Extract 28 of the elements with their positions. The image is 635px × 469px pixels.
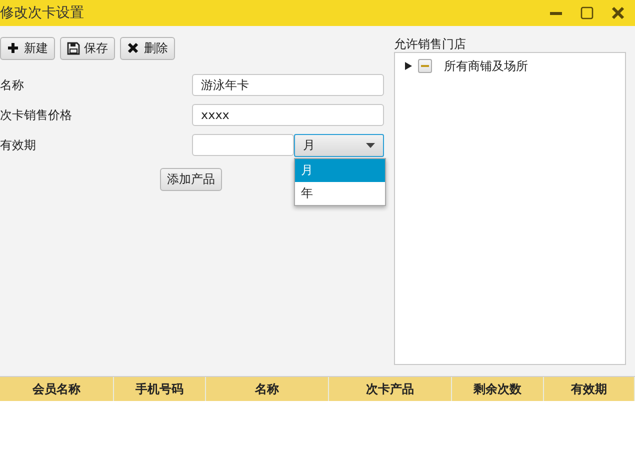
toolbar-button[interactable]: 删除 — [120, 37, 175, 60]
close-icon — [127, 42, 140, 55]
column-header[interactable]: 次卡产品 — [329, 377, 452, 401]
input-field[interactable] — [192, 134, 294, 156]
toolbar-button[interactable]: 新建 — [0, 37, 55, 60]
input-field[interactable]: xxxx — [192, 104, 384, 126]
column-header[interactable]: 会员名称 — [0, 377, 114, 401]
column-header[interactable]: 手机号码 — [114, 377, 206, 401]
expand-arrow-icon — [405, 62, 412, 70]
field-label: 名称 — [0, 76, 25, 94]
tree-item[interactable]: 所有商铺及场所 — [444, 58, 528, 74]
section-label: 允许销售门店 — [394, 37, 467, 52]
tree-checkbox[interactable] — [418, 59, 432, 73]
dropdown-option[interactable]: 年 — [295, 182, 385, 204]
input-field[interactable]: 游泳年卡 — [192, 74, 384, 96]
caret-icon — [366, 142, 375, 148]
column-header[interactable]: 名称 — [206, 377, 329, 401]
column-header[interactable]: 有效期 — [544, 377, 635, 401]
plus-icon — [7, 42, 20, 55]
add-product-button[interactable]: 添加产品 — [160, 168, 222, 191]
unit-dropdown[interactable]: 月 — [294, 134, 384, 156]
maximize-icon[interactable] — [580, 6, 594, 20]
window-title: 修改次卡设置 — [0, 4, 85, 22]
toolbar-button[interactable]: 保存 — [60, 37, 115, 60]
field-label: 有效期 — [0, 136, 37, 154]
column-header[interactable]: 剩余次数 — [452, 377, 544, 401]
close-icon[interactable] — [611, 6, 625, 20]
field-label: 次卡销售价格 — [0, 106, 73, 124]
